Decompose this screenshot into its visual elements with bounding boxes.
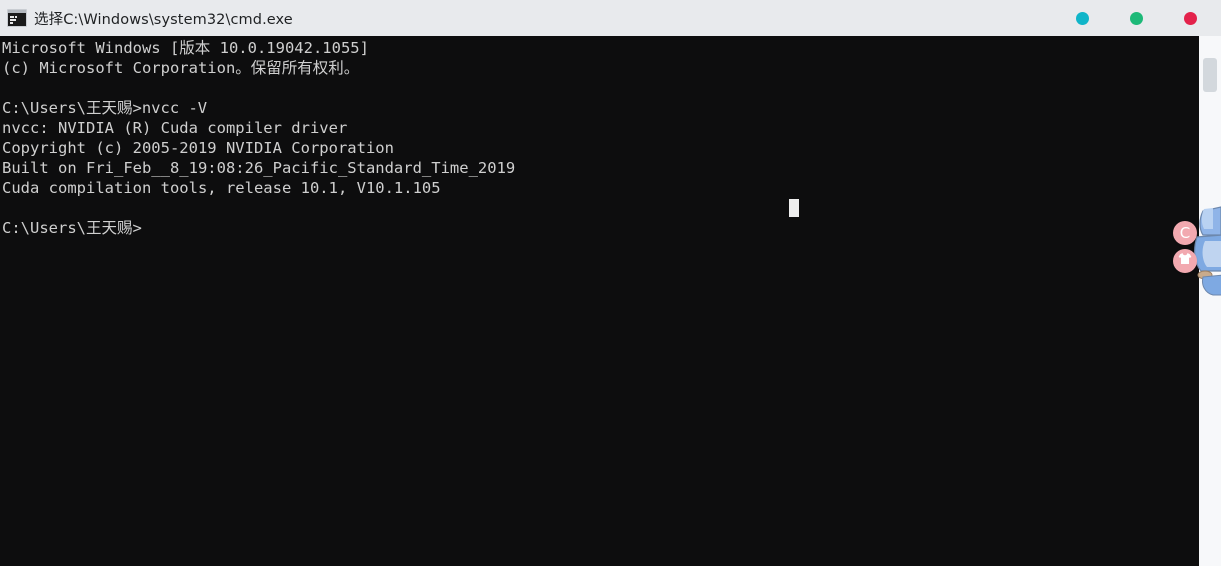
terminal-line: Built on Fri_Feb__8_19:08:26_Pacific_Sta… [2,159,516,177]
clipboard-c-button[interactable]: C [1173,221,1197,245]
maximize-dot[interactable] [1130,11,1143,25]
screen-root: 选择C:\Windows\system32\cmd.exe Microsoft … [0,0,1221,566]
terminal-line: C:\Users\王天赐>nvcc -V [2,99,208,117]
floating-assistant-widget[interactable]: C [1173,206,1221,310]
window-title: 选择C:\Windows\system32\cmd.exe [34,11,293,28]
text-cursor-block [789,199,799,217]
scrollbar-thumb[interactable] [1203,58,1217,92]
minimize-dot[interactable] [1076,11,1089,25]
window-controls [1076,0,1221,36]
terminal-console[interactable]: Microsoft Windows [版本 10.0.19042.1055] (… [0,36,1199,566]
terminal-line: Cuda compilation tools, release 10.1, V1… [2,179,441,197]
terminal-line: Copyright (c) 2005-2019 NVIDIA Corporati… [2,139,394,157]
blue-cat-mascot [1191,205,1221,301]
tshirt-skin-button[interactable] [1173,249,1197,273]
terminal-line: Microsoft Windows [版本 10.0.19042.1055] [2,39,369,57]
terminal-line: C:\Users\王天赐> [2,219,142,237]
close-dot[interactable] [1184,11,1197,25]
clipboard-c-icon: C [1179,223,1191,242]
terminal-line: nvcc: NVIDIA (R) Cuda compiler driver [2,119,348,137]
window-titlebar[interactable]: 选择C:\Windows\system32\cmd.exe [0,0,1221,36]
tshirt-icon [1178,252,1192,270]
terminal-line: (c) Microsoft Corporation。保留所有权利。 [2,59,360,77]
cmd-console-icon [6,8,28,28]
